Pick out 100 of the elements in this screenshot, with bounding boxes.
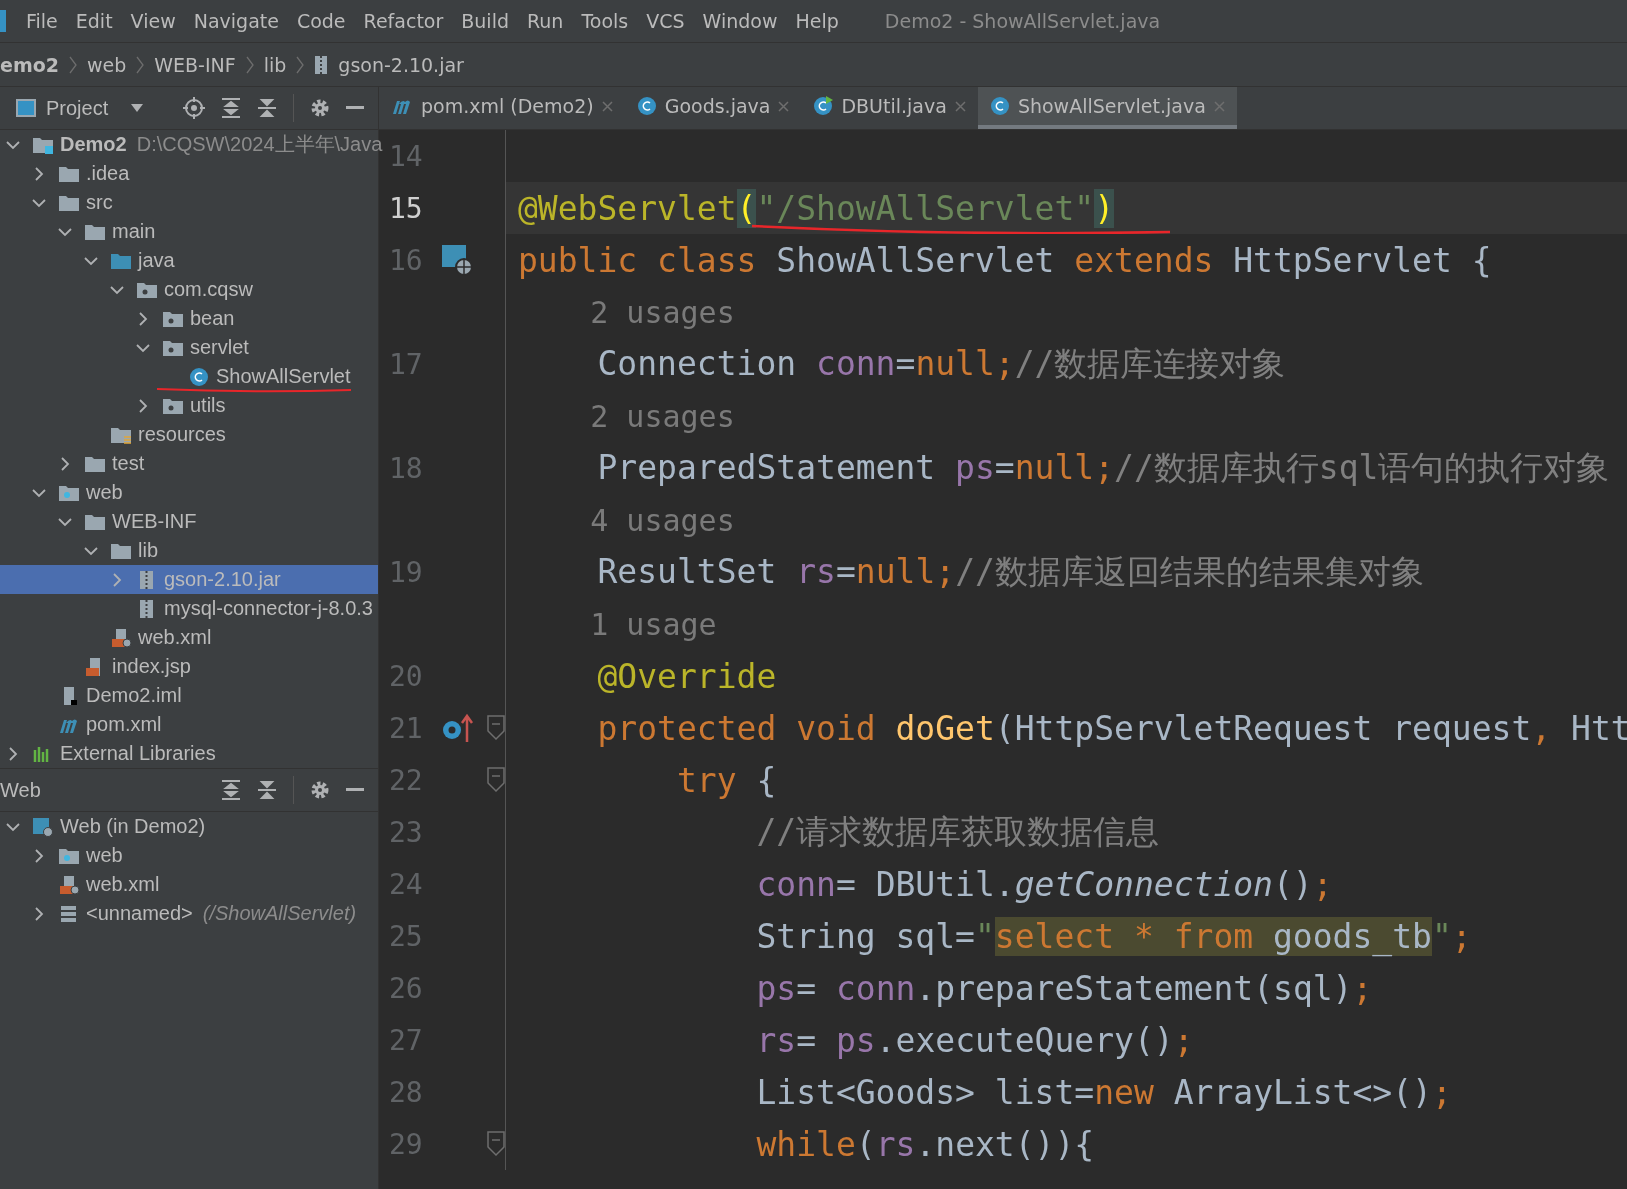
chevron-icon[interactable] bbox=[58, 456, 72, 471]
line-number: 28 bbox=[388, 1075, 424, 1109]
tree-item[interactable]: java bbox=[0, 246, 378, 275]
usages-hint[interactable]: 4 usages bbox=[518, 502, 735, 538]
line-number: 27 bbox=[388, 1023, 424, 1057]
menu-item[interactable]: Edit bbox=[75, 10, 113, 32]
breadcrumb-item[interactable]: web bbox=[86, 53, 127, 76]
chevron-icon[interactable] bbox=[32, 906, 46, 921]
url-hint: (/ShowAllServlet) bbox=[202, 902, 357, 925]
code-line: while(rs.next()){ bbox=[755, 1124, 1095, 1164]
code-line: Connection conn=null;//数据库连接对象 bbox=[596, 342, 1286, 385]
breadcrumb-item[interactable]: lib bbox=[263, 53, 287, 76]
chevron-icon[interactable] bbox=[136, 398, 150, 413]
web-module-icon[interactable] bbox=[441, 244, 473, 276]
line-number: 29 bbox=[388, 1127, 424, 1161]
code-line: //请求数据库获取数据信息 bbox=[755, 810, 1160, 853]
tree-item-label: src bbox=[86, 191, 113, 214]
tree-item[interactable]: bean bbox=[0, 304, 378, 333]
line-number: 15 bbox=[388, 191, 424, 225]
chevron-icon bbox=[245, 54, 254, 75]
tree-item[interactable]: web.xml bbox=[0, 870, 378, 899]
minimize-icon[interactable] bbox=[346, 106, 364, 110]
tree-item[interactable]: Demo2.iml bbox=[0, 681, 378, 710]
line-number: 17 bbox=[388, 347, 424, 381]
menu-item[interactable]: VCS bbox=[646, 10, 685, 32]
fold-marker-icon[interactable] bbox=[487, 715, 505, 741]
tree-item[interactable]: servlet bbox=[0, 333, 378, 362]
code-line: conn= DBUtil.getConnection(); bbox=[755, 864, 1333, 904]
tree-item[interactable]: resources bbox=[0, 420, 378, 449]
fold-marker-icon[interactable] bbox=[487, 1131, 505, 1157]
tree-item[interactable]: WEB-INF bbox=[0, 507, 378, 536]
editor-tab[interactable]: ShowAllServlet.java bbox=[977, 87, 1237, 129]
tree-item[interactable]: utils bbox=[0, 391, 378, 420]
code-line: rs= ps.executeQuery(); bbox=[755, 1020, 1194, 1060]
tree-item-label: Demo2.iml bbox=[86, 684, 182, 707]
tree-item[interactable]: web bbox=[0, 478, 378, 507]
tree-item[interactable]: com.cqsw bbox=[0, 275, 378, 304]
menu-item[interactable]: File bbox=[26, 10, 58, 32]
locate-icon[interactable] bbox=[183, 97, 205, 119]
chevron-icon[interactable] bbox=[32, 166, 46, 181]
menu-item[interactable]: Window bbox=[702, 10, 778, 32]
tree-item[interactable]: lib bbox=[0, 536, 378, 565]
override-icon[interactable] bbox=[440, 713, 474, 743]
tree-item-label: utils bbox=[190, 394, 226, 417]
menu-item[interactable]: View bbox=[130, 10, 176, 32]
chevron-icon[interactable] bbox=[136, 311, 150, 326]
class-icon bbox=[636, 96, 657, 116]
code-line: try { bbox=[675, 760, 777, 800]
tree-item[interactable]: .idea bbox=[0, 159, 378, 188]
tree-item[interactable]: mysql-connector-j-8.0.3 bbox=[0, 594, 378, 623]
code-line: @WebServlet("/ShowAllServlet") bbox=[518, 188, 1115, 228]
minimize-icon[interactable] bbox=[346, 788, 364, 792]
editor-tab[interactable]: DBUtil.java bbox=[801, 87, 978, 129]
breadcrumb-item[interactable]: WEB-INF bbox=[154, 53, 236, 76]
menu-item[interactable]: Tools bbox=[581, 10, 629, 32]
tree-item[interactable]: External Libraries bbox=[0, 739, 378, 768]
tree-item[interactable]: index.jsp bbox=[0, 652, 378, 681]
menu-item[interactable]: Code bbox=[296, 10, 346, 32]
usages-hint[interactable]: 2 usages bbox=[518, 398, 735, 434]
breadcrumb-item[interactable]: emo2 bbox=[0, 53, 59, 76]
panel-icon bbox=[16, 99, 36, 117]
panel-title[interactable]: Project bbox=[46, 96, 109, 120]
caret-down-icon[interactable] bbox=[130, 103, 145, 113]
tree-item[interactable]: Web (in Demo2) bbox=[0, 812, 378, 841]
usages-hint[interactable]: 1 usage bbox=[518, 606, 717, 642]
menu-item[interactable]: Help bbox=[795, 10, 839, 32]
chevron-icon[interactable] bbox=[32, 848, 46, 863]
expand-all-icon[interactable] bbox=[221, 97, 241, 119]
class-icon bbox=[989, 96, 1010, 116]
tree-item[interactable]: web.xml bbox=[0, 623, 378, 652]
collapse-all-icon[interactable] bbox=[257, 97, 277, 119]
editor-tab[interactable]: pom.xml (Demo2) bbox=[379, 87, 625, 129]
fold-marker-icon[interactable] bbox=[487, 767, 505, 793]
tree-item-label: main bbox=[112, 220, 156, 243]
code-line: public class ShowAllServlet extends HttpServlet { bbox=[518, 240, 1492, 280]
tree-item[interactable]: web bbox=[0, 841, 378, 870]
tree-item[interactable]: <unnamed> (/ShowAllServlet) bbox=[0, 899, 378, 928]
web-module-icon bbox=[32, 816, 54, 837]
menu-item[interactable]: Navigate bbox=[193, 10, 279, 32]
tree-item[interactable]: src bbox=[0, 188, 378, 217]
xml-file-icon bbox=[58, 874, 80, 895]
menu-item[interactable]: Build bbox=[461, 10, 509, 32]
tree-item-label: Web (in Demo2) bbox=[60, 815, 206, 838]
settings-icon[interactable] bbox=[310, 98, 330, 118]
menu-item[interactable]: Run bbox=[527, 10, 564, 32]
tree-item[interactable]: ShowAllServlet bbox=[0, 362, 378, 391]
tree-item[interactable]: test bbox=[0, 449, 378, 478]
line-number: 21 bbox=[388, 711, 424, 745]
menu-item[interactable]: Refactor bbox=[363, 10, 444, 32]
tree-item-label: WEB-INF bbox=[112, 510, 197, 533]
chevron-icon[interactable] bbox=[6, 746, 20, 761]
tree-item[interactable]: pom.xml bbox=[0, 710, 378, 739]
breadcrumb-item[interactable]: gson-2.10.jar bbox=[338, 53, 464, 76]
expand-all-icon[interactable] bbox=[221, 779, 241, 801]
tree-item[interactable]: main bbox=[0, 217, 378, 246]
collapse-all-icon[interactable] bbox=[257, 779, 277, 801]
usages-hint[interactable]: 2 usages bbox=[518, 294, 735, 330]
settings-icon[interactable] bbox=[310, 780, 330, 800]
tree-item-label: web bbox=[86, 481, 123, 504]
editor-tab[interactable]: Goods.java bbox=[624, 87, 802, 129]
